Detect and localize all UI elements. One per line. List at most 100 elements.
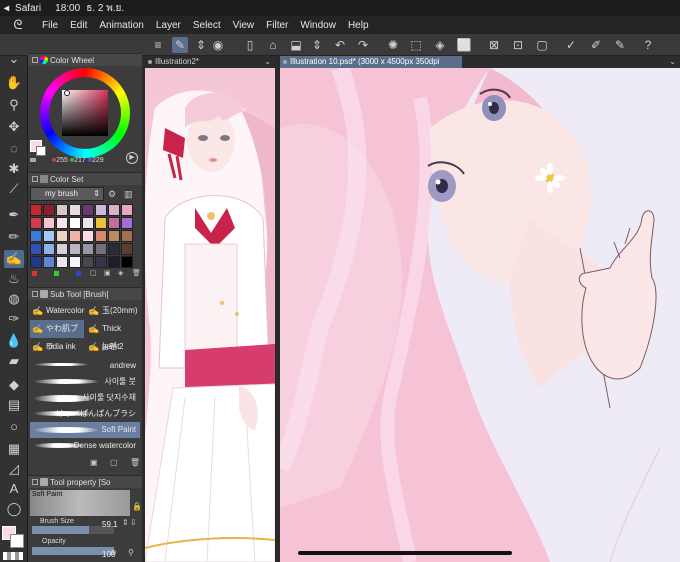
sub-color-icon[interactable]: [76, 271, 81, 276]
sub-tool-yawahada[interactable]: ✍ やわ肌ブラ: [30, 320, 84, 351]
saturation-square[interactable]: [62, 90, 108, 136]
color-swatch[interactable]: [56, 243, 68, 255]
color-swatch[interactable]: [56, 230, 68, 242]
balloon-icon[interactable]: ◯: [4, 500, 24, 518]
tab-close-icon[interactable]: [283, 60, 287, 64]
brush-size-value[interactable]: 59.1: [102, 520, 118, 529]
move-layer-icon[interactable]: ✥: [4, 118, 24, 136]
color-swatch[interactable]: [121, 204, 133, 216]
new-set-icon[interactable]: ▢: [90, 269, 97, 277]
color-swatch[interactable]: [30, 256, 42, 268]
menu-view[interactable]: View: [227, 20, 261, 31]
color-swatch[interactable]: [108, 230, 120, 242]
canvas-illustration10[interactable]: [280, 68, 680, 562]
eraser-icon[interactable]: ▰: [4, 352, 24, 370]
quick-access-icon[interactable]: ◉: [210, 37, 226, 53]
color-swatch[interactable]: [108, 217, 120, 229]
color-swatch[interactable]: [69, 204, 81, 216]
move-hand-icon[interactable]: ✋: [4, 74, 24, 92]
figure-icon[interactable]: ○: [4, 418, 24, 436]
color-swatch[interactable]: [43, 230, 55, 242]
airbrush-icon[interactable]: ♨: [4, 270, 24, 288]
color-swatch[interactable]: [56, 204, 68, 216]
menu-file[interactable]: File: [36, 20, 64, 31]
color-picker-cursor[interactable]: [64, 90, 70, 96]
menu-help[interactable]: Help: [342, 20, 375, 31]
canvas-illustration2[interactable]: [145, 68, 275, 562]
sub-tool-nongpen[interactable]: ✍ 농펜 2: [86, 338, 140, 356]
color-swatch[interactable]: [121, 217, 133, 229]
sub-tool-header[interactable]: Sub Tool [Brush]: [28, 287, 142, 300]
color-swatch[interactable]: [82, 256, 94, 268]
fill-bucket-icon[interactable]: ◆: [4, 376, 24, 394]
menu-animation[interactable]: Animation: [93, 20, 149, 31]
clear-icon[interactable]: ⬚: [408, 37, 424, 53]
color-swatch[interactable]: [95, 217, 107, 229]
crop-icon[interactable]: ▢: [534, 37, 550, 53]
blend-icon[interactable]: 💧: [4, 332, 24, 350]
color-swatch[interactable]: [95, 230, 107, 242]
undo-icon[interactable]: ↶: [332, 37, 348, 53]
color-swatch[interactable]: [82, 217, 94, 229]
wheel-sub-color[interactable]: [36, 146, 46, 156]
color-swatch[interactable]: [43, 204, 55, 216]
pin-icon[interactable]: [32, 176, 38, 182]
color-swatch[interactable]: [69, 217, 81, 229]
pin-icon[interactable]: [32, 57, 38, 63]
eraser-pen-icon[interactable]: ✑: [4, 310, 24, 328]
pin-icon[interactable]: [32, 291, 38, 297]
tab-close-icon[interactable]: [148, 60, 152, 64]
updown-arrows-icon[interactable]: ⇕: [193, 37, 209, 53]
new-subtool-icon[interactable]: ▣: [90, 458, 98, 467]
save-icon[interactable]: ⬓: [288, 37, 304, 53]
pencil-icon[interactable]: ✏: [4, 228, 24, 246]
lasso-icon[interactable]: ◌: [4, 140, 24, 158]
menu-layer[interactable]: Layer: [150, 20, 187, 31]
back-chevron-icon[interactable]: ◂: [4, 3, 9, 14]
sub-color-chip[interactable]: [10, 534, 24, 548]
deselect-icon[interactable]: ⊠: [486, 37, 502, 53]
invert-selection-icon[interactable]: ⊡: [510, 37, 526, 53]
color-swatch[interactable]: [108, 204, 120, 216]
tab-illustration10[interactable]: Illustration 10.psd* (3000 x 4500px 350d…: [280, 56, 462, 78]
menu-filter[interactable]: Filter: [260, 20, 294, 31]
pin-icon[interactable]: [32, 479, 38, 485]
transform-icon[interactable]: ⬜: [456, 37, 472, 53]
sub-tool-thick-paint[interactable]: ✍ Thick paint: [86, 320, 140, 351]
menu-window[interactable]: Window: [294, 20, 342, 31]
color-swatch[interactable]: [30, 243, 42, 255]
tab-list-chevron-icon[interactable]: ⌄: [264, 56, 271, 68]
add-color-icon[interactable]: [32, 271, 37, 276]
fill-icon[interactable]: ◈: [432, 37, 448, 53]
tool-settings-icon[interactable]: ⊕: [110, 548, 117, 557]
color-swatch[interactable]: [69, 256, 81, 268]
gradient-icon[interactable]: ▤: [4, 396, 24, 414]
status-app[interactable]: Safari: [15, 3, 41, 14]
color-wheel-header[interactable]: Color Wheel: [28, 53, 142, 66]
color-swatch[interactable]: [95, 204, 107, 216]
set-menu-icon[interactable]: ▥: [124, 188, 136, 200]
color-mode-icon[interactable]: [30, 158, 36, 162]
color-swatch[interactable]: [69, 230, 81, 242]
loading-icon[interactable]: ✺: [385, 37, 401, 53]
hamburger-menu-icon[interactable]: ≡: [150, 37, 166, 53]
check-ruler-icon[interactable]: ✓: [563, 37, 579, 53]
color-swatch[interactable]: [82, 230, 94, 242]
color-swatch[interactable]: [121, 230, 133, 242]
open-folder-icon[interactable]: ⌂: [265, 37, 281, 53]
replace-color-icon[interactable]: [54, 271, 59, 276]
tool-search-icon[interactable]: ⚲: [128, 548, 134, 557]
sub-tool-india-ink[interactable]: ✍ India ink: [30, 338, 84, 356]
color-swatch[interactable]: [30, 217, 42, 229]
lock-icon[interactable]: 🔒: [132, 502, 142, 511]
hue-ring[interactable]: [40, 68, 130, 158]
set-settings-icon[interactable]: ⚙: [108, 188, 120, 200]
scroll-arrows-icon[interactable]: ⇕: [309, 37, 325, 53]
color-swatch[interactable]: [108, 256, 120, 268]
brush-soft-paint[interactable]: Soft Paint: [30, 422, 140, 438]
color-swatch[interactable]: [82, 243, 94, 255]
transparent-color-chip[interactable]: [3, 552, 23, 560]
redo-icon[interactable]: ↷: [355, 37, 371, 53]
duplicate-subtool-icon[interactable]: ▢: [110, 458, 118, 467]
color-swatch[interactable]: [95, 243, 107, 255]
